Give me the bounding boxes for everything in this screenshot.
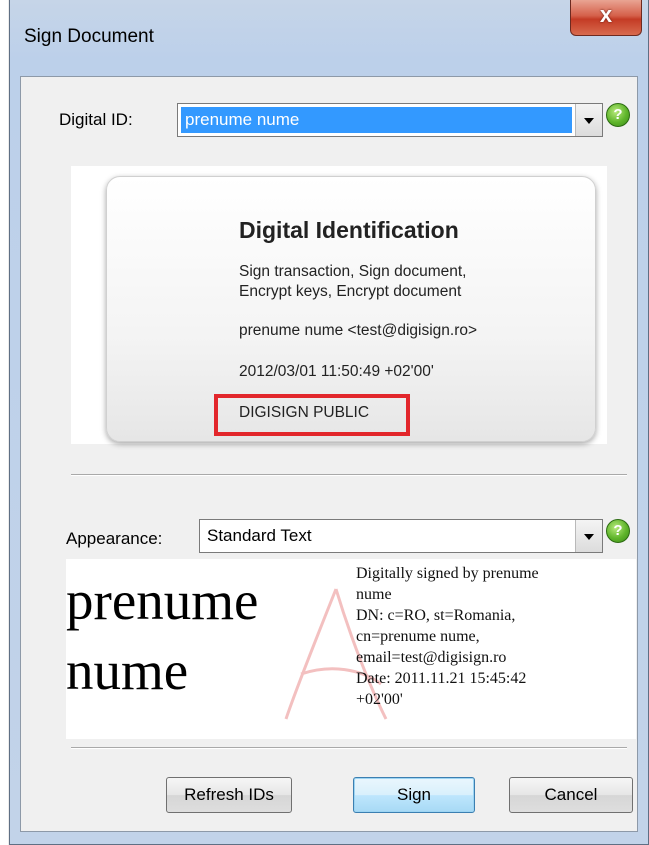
signature-detail-line: DN: c=RO, st=Romania, (356, 607, 516, 624)
cancel-button[interactable]: Cancel (509, 777, 633, 813)
dialog-body: Digital ID: prenume nume ? Digital Ident… (20, 76, 638, 832)
sign-document-dialog: Sign Document x Digital ID: prenume nume… (9, 0, 649, 845)
card-usage-line-1: Sign transaction, Sign document, (239, 263, 467, 280)
sign-button[interactable]: Sign (353, 777, 475, 813)
signature-detail-line: Date: 2011.11.21 15:45:42 (356, 670, 527, 687)
signature-details: Digitally signed by prenume nume DN: c=R… (356, 563, 636, 710)
signature-name-line-1: prenume (66, 570, 259, 631)
help-icon[interactable]: ? (606, 103, 630, 127)
close-icon: x (599, 2, 613, 27)
appearance-label: Appearance: (66, 529, 163, 548)
signature-detail-line: Digitally signed by prenume (356, 565, 539, 582)
digital-id-select[interactable]: prenume nume (177, 103, 603, 137)
close-button[interactable]: x (570, 0, 642, 36)
card-title: Digital Identification (239, 217, 459, 243)
help-icon[interactable]: ? (606, 519, 630, 543)
appearance-value: Standard Text (207, 526, 312, 545)
refresh-ids-button[interactable]: Refresh IDs (166, 777, 292, 813)
section-divider (71, 747, 627, 749)
card-expiry: 2012/03/01 11:50:49 +02'00' (239, 363, 434, 380)
card-usage-line-2: Encrypt keys, Encrypt document (239, 283, 462, 300)
digital-id-preview: Digital Identification Sign transaction,… (71, 166, 607, 444)
digital-id-label: Digital ID: (59, 110, 133, 129)
signature-detail-line: +02'00' (356, 691, 403, 708)
card-subject: prenume nume <test@digisign.ro> (239, 322, 478, 339)
chevron-down-icon[interactable] (575, 104, 602, 136)
title-bar[interactable]: Sign Document x (10, 0, 648, 76)
issuer-highlight-box (214, 394, 410, 436)
signature-detail-line: cn=prenume nume, (356, 628, 480, 645)
dialog-title: Sign Document (24, 26, 154, 47)
section-divider (71, 474, 627, 476)
chevron-down-icon[interactable] (575, 520, 602, 552)
signature-detail-line: email=test@digisign.ro (356, 649, 507, 666)
signature-appearance-preview: prenume nume Digitally signed by prenume… (66, 559, 636, 739)
digital-id-value: prenume nume (181, 107, 572, 133)
signature-detail-line: nume (356, 586, 392, 603)
signature-name-line-2: nume (66, 640, 189, 701)
appearance-select[interactable]: Standard Text (199, 519, 603, 553)
digital-id-card: Digital Identification Sign transaction,… (106, 176, 596, 442)
